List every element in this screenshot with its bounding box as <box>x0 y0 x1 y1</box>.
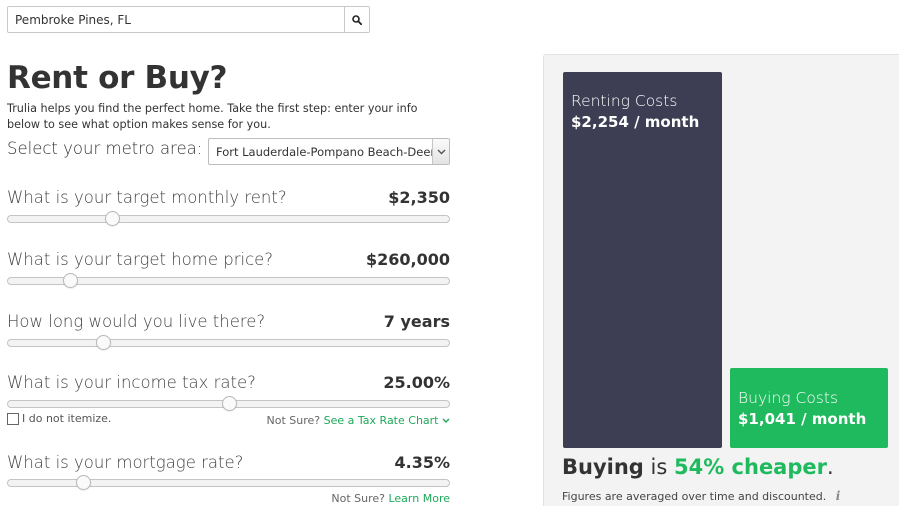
price-slider-handle[interactable] <box>62 273 78 288</box>
renting-costs-title: Renting Costs <box>571 92 678 110</box>
search-button[interactable] <box>345 6 370 33</box>
rent-slider-handle[interactable] <box>104 211 120 226</box>
renting-costs-amount: $2,254 / month <box>571 113 700 131</box>
chevron-down-icon[interactable] <box>442 418 450 424</box>
price-question-label: What is your target home price? <box>7 250 274 269</box>
metro-label: Select your metro area: i <box>7 139 215 158</box>
mortgage-help: Not Sure? Learn More <box>331 492 450 505</box>
rent-value: $2,350 <box>388 188 450 207</box>
intro-text: Trulia helps you find the perfect home. … <box>7 102 418 131</box>
years-value: 7 years <box>383 312 450 331</box>
renting-costs: Renting Costs $2,254 / month <box>571 92 699 131</box>
years-question-label: How long would you live there? <box>7 312 266 331</box>
itemize-checkbox[interactable] <box>7 412 19 425</box>
tax-value: 25.00% <box>383 373 450 392</box>
mortgage-help-prefix: Not Sure? <box>331 492 385 505</box>
mortgage-slider-handle[interactable] <box>75 475 91 490</box>
years-question: How long would you live there? 7 years <box>7 312 450 352</box>
verdict-option: Buying <box>562 455 644 479</box>
verdict-period: . <box>827 455 834 479</box>
page-title: Rent or Buy? <box>7 60 228 96</box>
buying-costs-amount: $1,041 / month <box>738 410 867 428</box>
mortgage-value: 4.35% <box>394 453 450 472</box>
learn-more-link[interactable]: Learn More <box>388 492 450 505</box>
buying-costs: Buying Costs $1,041 / month <box>738 389 866 428</box>
location-search <box>7 6 370 33</box>
mortgage-slider[interactable] <box>7 475 450 490</box>
verdict: Buying is 54% cheaper. <box>562 455 834 479</box>
rent-question: What is your target monthly rent? $2,350 <box>7 188 450 228</box>
metro-label-text: Select your metro area: <box>7 139 203 158</box>
rent-question-label: What is your target monthly rent? <box>7 188 287 207</box>
price-slider[interactable] <box>7 273 450 288</box>
itemize-label: I do not itemize. <box>22 412 112 425</box>
search-icon <box>352 14 362 25</box>
tax-slider[interactable] <box>7 396 450 411</box>
price-question: What is your target home price? $260,000 <box>7 250 450 290</box>
tax-question: What is your income tax rate? 25.00% <box>7 373 450 413</box>
footnote: Figures are averaged over time and disco… <box>562 489 840 503</box>
verdict-connector: is <box>643 455 674 479</box>
tax-question-label: What is your income tax rate? <box>7 373 256 392</box>
metro-select-value: Fort Lauderdale-Pompano Beach-Deerfield … <box>216 144 432 159</box>
buying-costs-title: Buying Costs <box>738 389 839 407</box>
rent-slider[interactable] <box>7 211 450 226</box>
metro-select[interactable]: Fort Lauderdale-Pompano Beach-Deerfield … <box>208 138 450 165</box>
itemize-option[interactable]: I do not itemize. <box>7 412 111 425</box>
verdict-savings: 54% cheaper <box>673 455 827 479</box>
mortgage-question-label: What is your mortgage rate? <box>7 453 244 472</box>
price-value: $260,000 <box>365 250 450 269</box>
tax-slider-handle[interactable] <box>221 396 237 411</box>
tax-help-prefix: Not Sure? <box>266 414 321 427</box>
tax-rate-chart-link[interactable]: See a Tax Rate Chart <box>324 414 439 427</box>
footnote-text: Figures are averaged over time and disco… <box>562 490 827 503</box>
info-icon[interactable]: i <box>836 489 841 503</box>
years-slider-handle[interactable] <box>95 335 111 350</box>
mortgage-question: What is your mortgage rate? 4.35% <box>7 453 450 493</box>
location-search-input[interactable] <box>7 6 345 33</box>
years-slider[interactable] <box>7 335 450 350</box>
chevron-down-icon[interactable] <box>432 139 449 164</box>
tax-help: Not Sure? See a Tax Rate Chart <box>267 414 450 427</box>
